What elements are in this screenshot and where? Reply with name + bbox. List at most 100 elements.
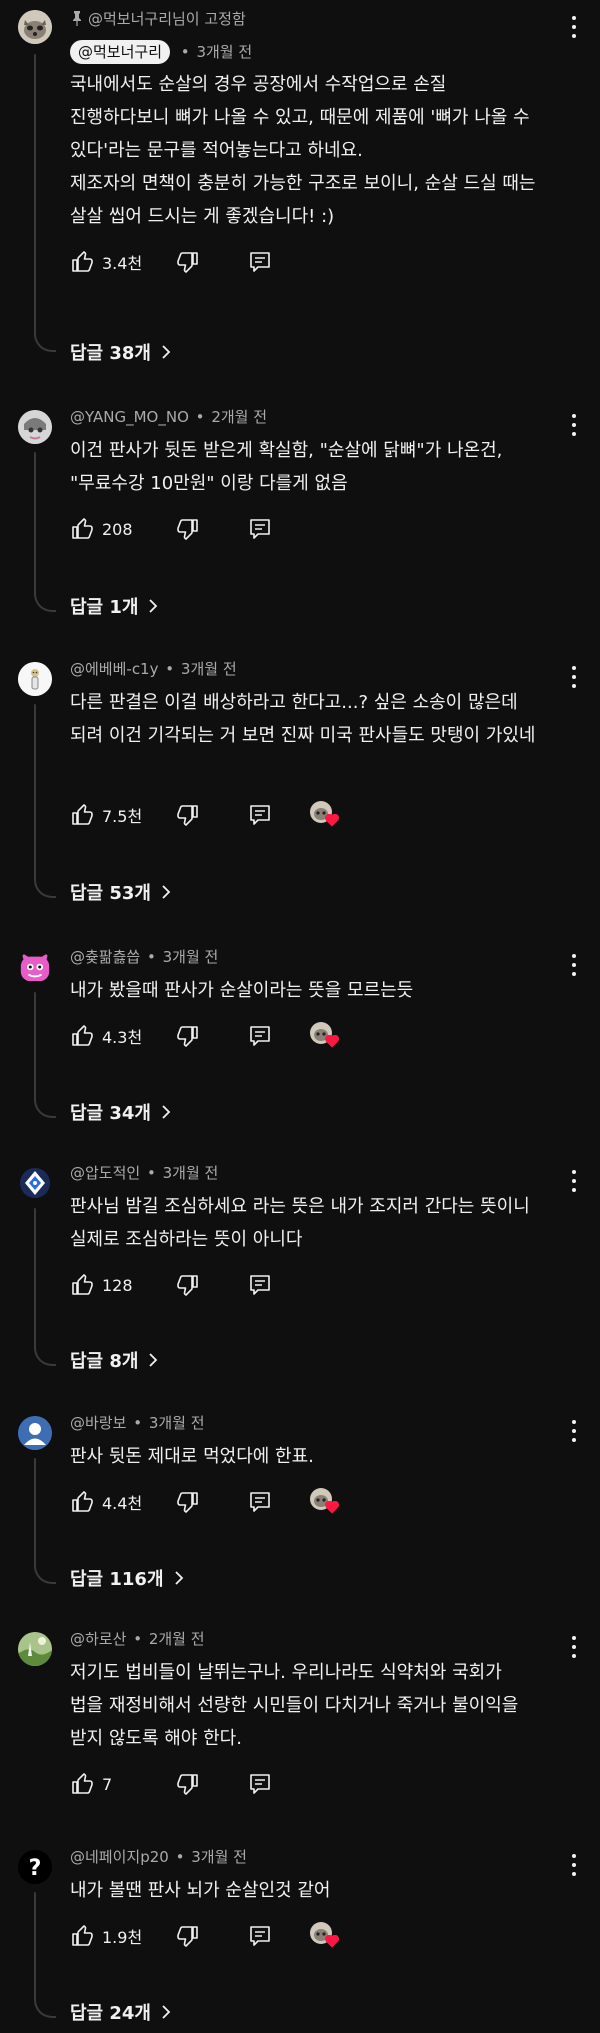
comment-actions: 4.3천 [70, 1021, 552, 1051]
comment-thread: @압도적인 • 3개월 전 판사님 밤길 조심하세요 라는 뜻은 내가 조지러 … [0, 1162, 600, 1378]
replies-button[interactable]: 답글 1개 [70, 592, 158, 620]
author-name[interactable]: @YANG_MO_NO [70, 408, 189, 426]
question-mark-avatar-icon[interactable]: ? [18, 1850, 52, 1884]
replies-button[interactable]: 답글 116개 [70, 1564, 184, 1592]
thumbs-down-icon [177, 252, 198, 273]
chevron-right-icon [162, 1105, 171, 1119]
more-options-icon[interactable] [570, 954, 578, 976]
comment-thread: @바랑보 • 3개월 전 판사 뒷돈 제대로 먹었다에 한표. 4.4천 답글 … [0, 1412, 600, 1596]
replies-button[interactable]: 답글 8개 [70, 1346, 158, 1374]
like-button[interactable]: 208 [70, 517, 176, 541]
comment-time: 3개월 전 [162, 948, 219, 966]
dislike-button[interactable] [176, 1273, 206, 1297]
thumbs-down-icon [177, 519, 198, 540]
thread-curve [34, 1562, 56, 1584]
replies-count: 답글 34개 [70, 1103, 151, 1124]
replies-button[interactable]: 답글 34개 [70, 1098, 171, 1126]
reply-button[interactable] [248, 517, 272, 541]
reply-button[interactable] [248, 1273, 272, 1297]
meta-separator: • [146, 1164, 156, 1182]
author-name[interactable]: @츛팖츯씁 [70, 948, 140, 966]
blue-emblem-avatar-icon[interactable] [18, 1166, 52, 1200]
reply-button[interactable] [248, 1024, 272, 1048]
pinned-label: @먹보너구리님이 고정함 [70, 8, 552, 28]
like-button[interactable]: 4.3천 [70, 1024, 176, 1048]
dislike-button[interactable] [176, 517, 206, 541]
more-options-icon[interactable] [570, 1854, 578, 1876]
comment-thread: @먹보너구리님이 고정함 @먹보너구리 • 3개월 전 국내에서도 순살의 경우… [0, 8, 600, 368]
comment-text: 판사님 밤길 조심하세요 라는 뜻은 내가 조지러 간다는 뜻이니 실제로 조심… [70, 1196, 530, 1250]
dislike-button[interactable] [176, 1772, 206, 1796]
creator-heart-badge [310, 1922, 340, 1950]
white-figure-avatar-icon[interactable] [18, 662, 52, 696]
reply-icon [250, 519, 270, 539]
heart-icon [325, 1501, 339, 1514]
like-button[interactable]: 7 [70, 1772, 176, 1796]
reply-button[interactable] [248, 1490, 272, 1514]
raccoon-avatar-icon[interactable] [18, 10, 52, 44]
dislike-button[interactable] [176, 250, 206, 274]
chevron-right-icon [174, 1571, 183, 1585]
landscape-avatar-icon[interactable] [18, 1632, 52, 1666]
dislike-button[interactable] [176, 1490, 206, 1514]
more-options-icon[interactable] [570, 1420, 578, 1442]
thread-curve [34, 876, 56, 898]
like-button[interactable]: 4.4천 [70, 1490, 176, 1514]
thumbs-up-icon [72, 804, 93, 825]
thread-curve [34, 1996, 56, 2018]
comment-meta: @하로산 • 2개월 전 [70, 1628, 552, 1650]
replies-count: 답글 1개 [70, 597, 139, 618]
gray-character-avatar-icon[interactable] [18, 410, 52, 444]
chevron-right-icon [162, 2005, 171, 2019]
thread-line [34, 1208, 36, 1346]
dislike-button[interactable] [176, 1024, 206, 1048]
replies-button[interactable]: 답글 53개 [70, 878, 171, 906]
creator-heart-badge [310, 1488, 340, 1516]
author-name[interactable]: @압도적인 [70, 1164, 140, 1182]
replies-button[interactable]: 답글 38개 [70, 338, 171, 366]
reply-icon [250, 1926, 270, 1946]
thumbs-up-icon [72, 1491, 93, 1512]
reply-button[interactable] [248, 1772, 272, 1796]
reply-button[interactable] [248, 250, 272, 274]
like-button[interactable]: 3.4천 [70, 250, 176, 274]
thread-line [34, 1892, 36, 1998]
like-button[interactable]: 128 [70, 1273, 176, 1297]
thumbs-down-icon [177, 1026, 198, 1047]
comment-text: 내가 봤을때 판사가 순살이라는 뜻을 모르는듯 [70, 980, 414, 1001]
comment-text: 국내에서도 순살의 경우 공장에서 수작업으로 손질 진행하다보니 뼈가 나올 … [70, 74, 536, 227]
replies-button[interactable]: 답글 24개 [70, 1998, 171, 2026]
replies-count: 답글 116개 [70, 1569, 164, 1590]
dislike-button[interactable] [176, 803, 206, 827]
more-options-icon[interactable] [570, 1636, 578, 1658]
reply-button[interactable] [248, 803, 272, 827]
comment-thread: @에베베-c1y • 3개월 전 다른 판결은 이걸 배상하라고 한다고...?… [0, 658, 600, 910]
author-name[interactable]: @에베베-c1y [70, 660, 158, 678]
reply-button[interactable] [248, 1924, 272, 1948]
more-options-icon[interactable] [570, 414, 578, 436]
thread-curve [34, 1096, 56, 1118]
more-options-icon[interactable] [570, 666, 578, 688]
more-options-icon[interactable] [570, 16, 578, 38]
default-person-avatar-icon[interactable] [18, 1416, 52, 1450]
comment-time: 2개월 전 [211, 408, 268, 426]
replies-count: 답글 8개 [70, 1351, 139, 1372]
author-chip[interactable]: @먹보너구리 [70, 40, 171, 64]
pink-monster-avatar-icon[interactable] [18, 950, 52, 984]
thumbs-up-icon [72, 1773, 93, 1794]
author-name[interactable]: @바랑보 [70, 1414, 126, 1432]
comment-text: 판사 뒷돈 제대로 먹었다에 한표. [70, 1446, 314, 1467]
more-options-icon[interactable] [570, 1170, 578, 1192]
comment-meta: @바랑보 • 3개월 전 [70, 1412, 552, 1434]
dislike-button[interactable] [176, 1924, 206, 1948]
author-name[interactable]: @하로산 [70, 1630, 126, 1648]
like-button[interactable]: 7.5천 [70, 803, 176, 827]
thread-curve [34, 330, 56, 352]
comment-text: 이건 판사가 뒷돈 받은게 확실함, "순살에 닭뼈"가 나온건, "무료수강 … [70, 440, 503, 494]
thumbs-down-icon [177, 1926, 198, 1947]
like-button[interactable]: 1.9천 [70, 1924, 176, 1948]
comment-actions: 7.5천 [70, 800, 552, 830]
author-name[interactable]: @네페이지p20 [70, 1848, 169, 1866]
meta-separator: • [165, 660, 175, 678]
meta-separator: • [133, 1414, 143, 1432]
